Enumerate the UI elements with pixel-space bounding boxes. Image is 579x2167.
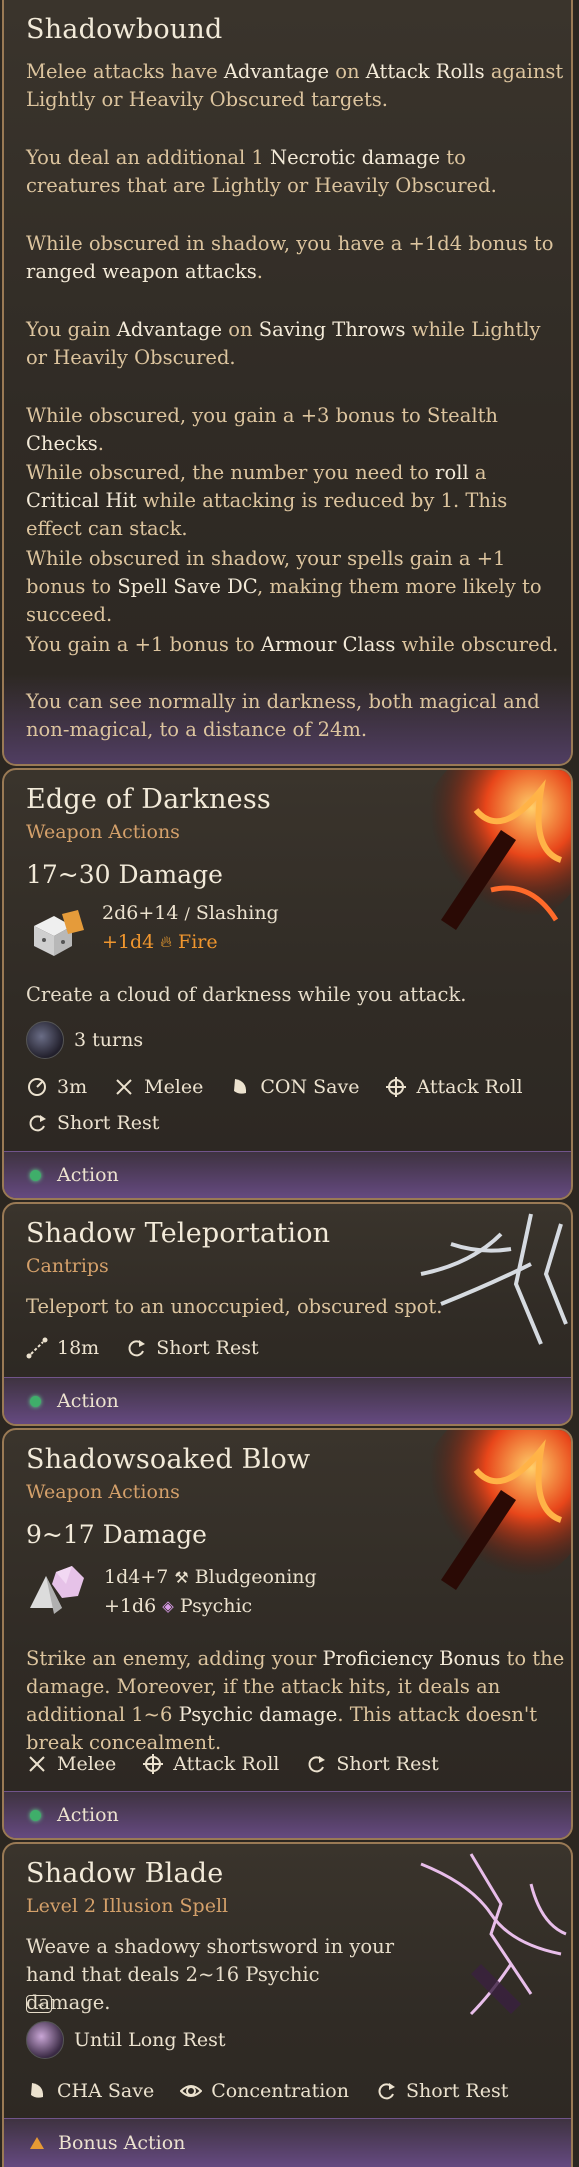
passive-text-4: You gain Advantage on Saving Throws whil… [26,318,541,369]
damage-line-fire: +1d4 🔥︎ Fire [102,931,218,953]
teleport-range-icon [26,1337,48,1359]
fire-icon: 🔥︎ [160,932,173,951]
passive-text-9: You can see normally in darkness, both m… [26,690,540,741]
shadow-blade-art [420,1853,567,2016]
darkness-cloud-icon [26,1021,64,1059]
action-dot-icon [30,1809,41,1821]
ability-description: Create a cloud of darkness while you att… [26,983,467,1006]
slashing-icon: ∕ [184,903,190,923]
bonus-action-triangle-icon [30,2137,44,2149]
short-rest-icon [375,2080,397,2102]
save-icon [26,2080,48,2102]
melee-item: Melee [26,1753,116,1775]
ability-description: Strike an enemy, adding your Proficiency… [26,1647,565,1754]
card-title: Shadow Teleportation [26,1218,331,1249]
edge-of-darkness-card[interactable]: Edge of Darkness Weapon Actions 17~30 Da… [2,768,573,1200]
duration-label: Until Long Rest [74,2029,226,2051]
shadow-teleportation-art [420,1213,568,1345]
ability-description: Teleport to an unoccupied, obscured spot… [26,1295,443,1318]
action-footer: Action [4,1791,571,1838]
properties-row: 18m Short Rest [26,1337,285,1359]
psychic-icon: ◈ [162,1597,174,1615]
concentration-item: Concentration [180,2080,349,2102]
passive-text-7: While obscured in shadow, your spells ga… [26,547,542,626]
card-title: Shadowsoaked Blow [26,1444,311,1475]
shadowbound-card: Shadowbound Melee attacks have Advantage… [2,0,573,766]
short-rest-item: Short Rest [26,1112,159,1134]
damage-total: 17~30 Damage [26,860,223,889]
attack-roll-icon [142,1753,164,1775]
melee-icon [113,1076,135,1098]
card-subtitle: Level 2 Illusion Spell [26,1895,229,1917]
action-dot-icon [30,1395,41,1407]
duration-label: 3 turns [74,1029,144,1051]
passive-text-2: You deal an additional 1 Necrotic damage… [26,146,497,197]
action-cost-label: Bonus Action [58,2132,186,2154]
damage-total: 9~17 Damage [26,1520,207,1549]
short-rest-icon [125,1337,147,1359]
passive-text-3: While obscured in shadow, you have a +1d… [26,232,554,283]
short-rest-item: Short Rest [125,1337,259,1359]
duration-row: 3 turns [26,1021,143,1059]
damage-line-slashing: 2d6+14 ∕ Slashing [102,902,279,924]
card-subtitle: Weapon Actions [26,821,180,843]
save-icon [229,1076,251,1098]
dice-icon [34,910,84,956]
range-icon [26,1076,48,1098]
action-cost-label: Action [57,1390,119,1412]
passive-text-1: Melee attacks have Advantage on Attack R… [26,60,564,111]
properties-row: CHA Save Concentration Short Rest [26,2080,534,2102]
attack-roll-icon [385,1076,407,1098]
card-title: Edge of Darkness [26,784,271,815]
more-info-ellipsis[interactable]: ... [26,1995,52,2013]
melee-item: Melee [113,1076,203,1098]
passive-text-8: You gain a +1 bonus to Armour Class whil… [26,633,559,656]
shadow-blade-card[interactable]: Shadow Blade Level 2 Illusion Spell Weav… [2,1842,573,2167]
card-subtitle: Weapon Actions [26,1481,180,1503]
duration-row: Until Long Rest [26,2021,226,2059]
short-rest-item: Short Rest [305,1753,439,1775]
dice-icon [30,1566,84,1614]
range-item: 18m [26,1337,99,1359]
passive-text-6: While obscured, the number you need to r… [26,461,508,540]
short-rest-icon [305,1753,327,1775]
attack-roll-item: Attack Roll [385,1076,523,1098]
shadowsoaked-blow-art [421,1430,571,1590]
short-rest-icon [26,1112,48,1134]
range-item: 3m [26,1076,87,1098]
passive-text-5: While obscured, you gain a +3 bonus to S… [26,404,498,455]
action-footer: Action [4,1377,571,1424]
damage-line-bludgeoning: 1d4+7 ⚒ Bludgeoning [104,1566,317,1588]
card-title: Shadow Blade [26,1858,224,1889]
save-item: CON Save [229,1076,359,1098]
short-rest-item: Short Rest [375,2080,508,2102]
properties-row: Melee Attack Roll Short Rest [26,1753,465,1775]
card-title: Shadowbound [26,14,223,45]
action-cost-label: Action [57,1804,119,1826]
action-footer: Bonus Action [4,2118,571,2167]
attack-roll-item: Attack Roll [142,1753,279,1775]
concentration-icon [180,2080,203,2102]
shadow-blade-spell-icon [26,2021,64,2059]
shadowsoaked-blow-card[interactable]: Shadowsoaked Blow Weapon Actions 9~17 Da… [2,1428,573,1840]
action-footer: Action [4,1151,571,1198]
ability-description: Weave a shadowy shortsword in your hand … [26,1935,395,2014]
save-item: CHA Save [26,2080,154,2102]
properties-row: 3m Melee CON Save Attack Roll [26,1076,549,1098]
edge-of-darkness-art [421,770,571,930]
shadow-teleportation-card[interactable]: Shadow Teleportation Cantrips Teleport t… [2,1202,573,1426]
action-dot-icon [30,1169,41,1181]
melee-icon [26,1753,48,1775]
action-cost-label: Action [57,1164,119,1186]
damage-line-psychic: +1d6 ◈ Psychic [104,1595,253,1617]
rest-row: Short Rest [26,1112,185,1134]
card-subtitle: Cantrips [26,1255,109,1277]
bludgeoning-icon: ⚒ [174,1567,189,1587]
